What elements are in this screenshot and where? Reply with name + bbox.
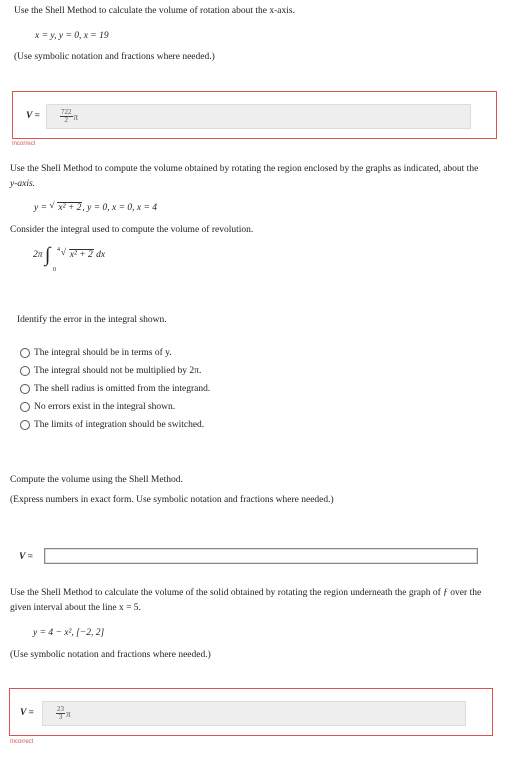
sqrt-symbol-icon: √ [49, 201, 55, 211]
q2-option-label: No errors exist in the integral shown. [34, 402, 176, 412]
q2-option-5[interactable]: The limits of integration should be swit… [20, 420, 204, 430]
q2-option-label: The shell radius is omitted from the int… [34, 384, 211, 394]
q4-status: Incorrect [10, 739, 34, 745]
q2-option-1[interactable]: The integral should be in terms of y. [20, 348, 172, 358]
q2-equations: y = √ x² + 2, y = 0, x = 0, x = 4 [34, 201, 158, 213]
radio-button-icon[interactable] [20, 366, 30, 376]
q4-prompt-line2: given interval about the line x = 5. [10, 603, 141, 613]
q3-answer-input[interactable] [44, 548, 478, 564]
radio-button-icon[interactable] [20, 384, 30, 394]
q1-answer-label: V = [26, 111, 40, 121]
q2-eq-radicand: x² + 2 [57, 202, 83, 213]
q2-identify: Identify the error in the integral shown… [17, 315, 167, 325]
q2-option-3[interactable]: The shell radius is omitted from the int… [20, 384, 210, 394]
q2-option-label: The integral should not be multiplied by… [34, 366, 202, 376]
q2-consider: Consider the integral used to compute th… [10, 225, 254, 235]
q4-equation: y = 4 − x², [−2, 2] [33, 628, 105, 638]
q1-answer-field[interactable]: 722 2 π [46, 104, 471, 129]
q4-answer-fraction: 23 3 [56, 706, 65, 721]
q1-note: (Use symbolic notation and fractions whe… [14, 52, 215, 62]
q4-answer-field[interactable]: 23 3 π [42, 701, 466, 726]
q2-option-2[interactable]: The integral should not be multiplied by… [20, 366, 201, 376]
q2-eq-rest: , y = 0, x = 0, x = 4 [82, 203, 158, 213]
q3-answer-label: V = [19, 552, 33, 562]
q2-integral-dx: dx [96, 250, 106, 260]
q1-prompt: Use the Shell Method to calculate the vo… [14, 6, 295, 16]
q2-integral-upper: 4 [57, 247, 60, 253]
q1-equations: x = y, y = 0, x = 19 [35, 31, 109, 41]
radio-button-icon[interactable] [20, 348, 30, 358]
q1-answer-fraction: 722 2 [60, 109, 73, 124]
q4-answer-label: V = [20, 708, 34, 718]
q2-integral-radicand: x² + 2 [68, 249, 94, 260]
q4-note: (Use symbolic notation and fractions whe… [10, 650, 211, 660]
q2-prompt-line2: y-axis. [10, 179, 36, 189]
q2-integral-coef: 2π [33, 250, 43, 260]
q4-answer-pi: π [66, 708, 71, 719]
radio-button-icon[interactable] [20, 402, 30, 412]
q2-option-label: The limits of integration should be swit… [34, 420, 205, 430]
sqrt-symbol-icon: √ [60, 248, 66, 258]
q2-option-label: The integral should be in terms of y. [34, 348, 172, 358]
q1-answer-pi: π [73, 111, 79, 122]
q1-answer-denominator: 2 [64, 116, 69, 124]
q3-note: (Express numbers in exact form. Use symb… [10, 495, 334, 505]
q2-integral-sqrt: √ x² + 2 [60, 248, 94, 260]
q4-answer-denominator: 3 [58, 713, 63, 721]
q2-eq-prefix: y = [34, 203, 50, 213]
q2-integral-lower: 0 [53, 267, 56, 273]
q2-prompt-line1: Use the Shell Method to compute the volu… [10, 164, 479, 174]
q2-eq-sqrt: √ x² + 2 [49, 201, 83, 213]
q3-prompt: Compute the volume using the Shell Metho… [10, 475, 183, 485]
q4-prompt-line1: Use the Shell Method to calculate the vo… [10, 588, 482, 598]
q2-option-4[interactable]: No errors exist in the integral shown. [20, 402, 175, 412]
radio-button-icon[interactable] [20, 420, 30, 430]
integral-sign-icon: ∫ [44, 244, 51, 266]
q2-integral: 2π ∫ 4 0 √ x² + 2 dx [33, 245, 105, 275]
q1-status: Incorrect [12, 141, 36, 147]
